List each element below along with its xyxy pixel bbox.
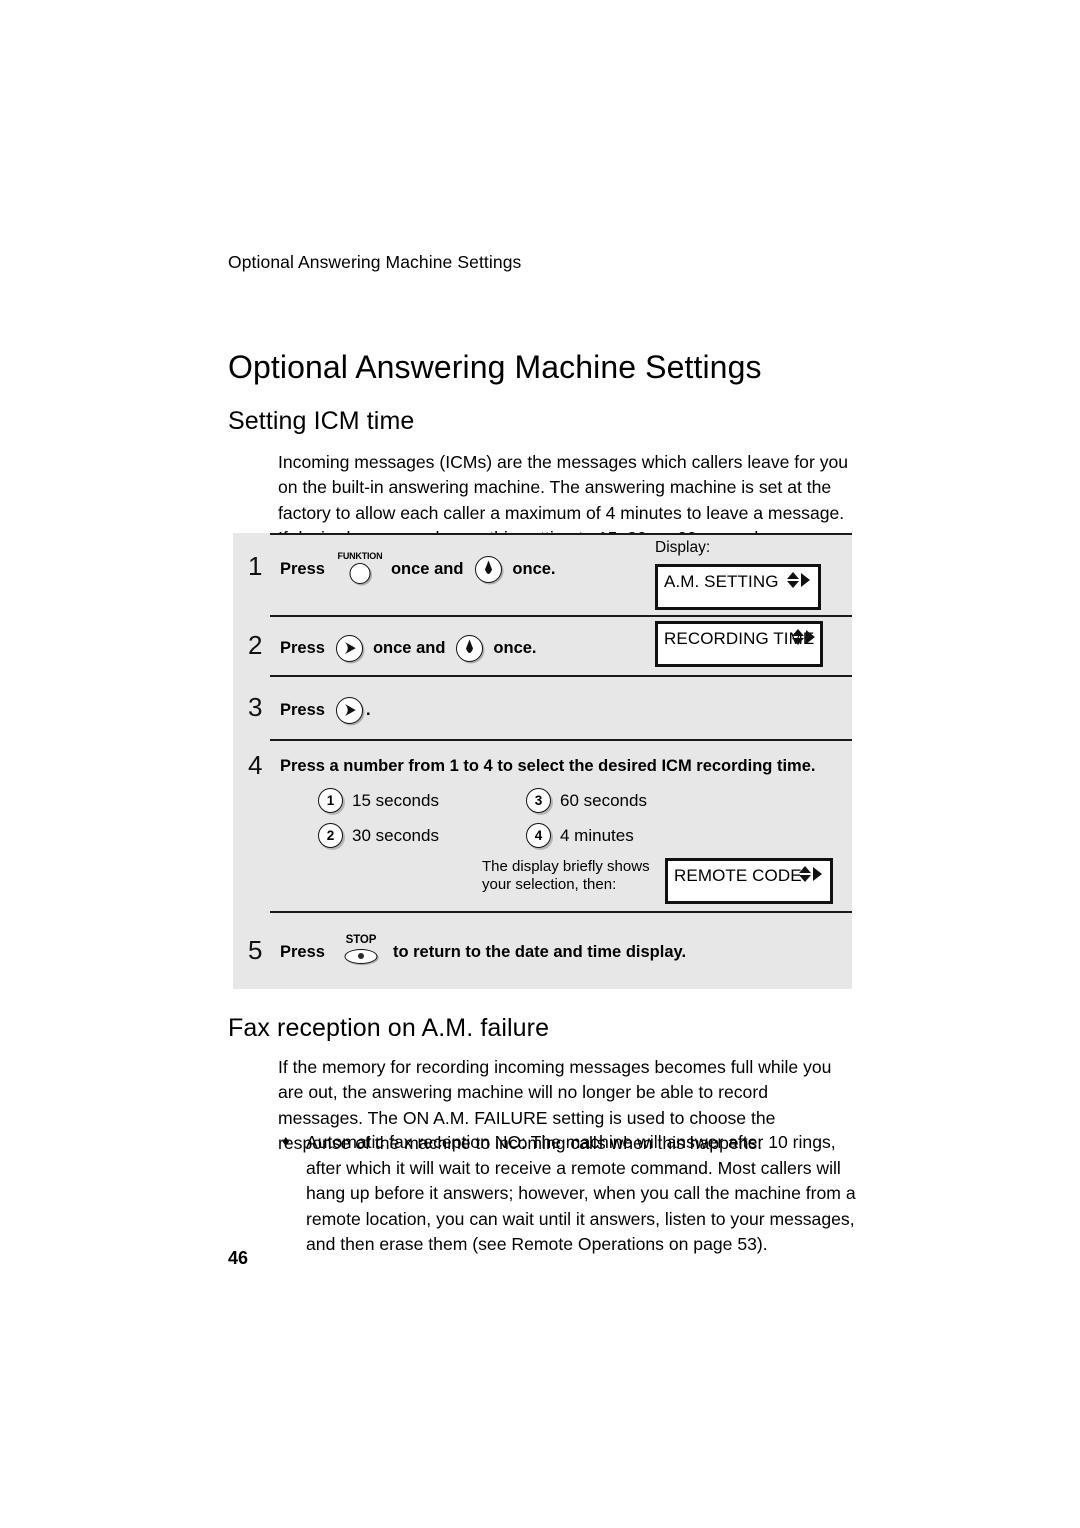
- step-rule-4: [270, 911, 852, 913]
- procedure-panel: 1 Press FUNKTION once and once. Display:…: [233, 533, 852, 989]
- number-key-2-label: 2: [326, 827, 335, 843]
- step-number-2: 2: [248, 630, 263, 660]
- lcd-arrows-icon: [787, 572, 810, 588]
- step-3-instruction: Press .: [280, 696, 371, 724]
- lcd-display-3-text: REMOTE CODE: [674, 866, 802, 885]
- step-number-1: 1: [248, 551, 263, 581]
- down-arrow-key-icon[interactable]: [475, 555, 503, 583]
- section-heading-fax-reception: Fax reception on A.M. failure: [228, 1013, 550, 1042]
- choice-option-3-label: 60 seconds: [560, 790, 647, 810]
- step-rule-2: [270, 675, 852, 677]
- manual-page: Optional Answering Machine Settings Opti…: [0, 0, 1080, 1528]
- running-header: Optional Answering Machine Settings: [228, 252, 522, 272]
- stop-key-label: STOP: [345, 934, 377, 946]
- lcd-display-2: RECORDING TIME: [655, 621, 823, 667]
- lcd-display-1: A.M. SETTING: [655, 564, 821, 610]
- step-number-5: 5: [248, 935, 263, 965]
- lcd-display-3: REMOTE CODE: [665, 858, 833, 904]
- step-1-instruction: Press FUNKTION once and once.: [280, 552, 556, 586]
- display-note-line-2: your selection, then:: [482, 876, 617, 893]
- section-heading-icm-time: Setting ICM time: [228, 406, 415, 435]
- choice-option-2: 2 30 seconds: [318, 823, 439, 848]
- up-down-arrow-icon: [799, 866, 811, 882]
- display-note: The display briefly shows your selection…: [482, 858, 650, 894]
- page-number: 46: [228, 1248, 249, 1268]
- right-arrow-key-icon[interactable]: [335, 696, 363, 724]
- bullet-icon: ♦: [282, 1133, 290, 1150]
- step-number-3: 3: [248, 692, 263, 722]
- number-key-1-label: 1: [326, 792, 335, 808]
- step-rule-3: [270, 739, 852, 741]
- lcd-display-2-text: RECORDING TIME: [664, 629, 815, 648]
- display-note-line-1: The display briefly shows: [482, 858, 650, 875]
- step-5-instruction: Press STOP to return to the date and tim…: [280, 934, 687, 969]
- step-2-press-label: Press: [280, 638, 325, 657]
- right-arrow-icon: [806, 629, 815, 644]
- list-item-text: Automatic fax reception NO: The machine …: [306, 1132, 856, 1254]
- choice-option-3: 3 60 seconds: [526, 788, 647, 813]
- lcd-arrows-icon: [792, 629, 815, 645]
- choice-option-2-label: 30 seconds: [352, 825, 439, 845]
- step-3-end-text: .: [365, 700, 371, 719]
- step-rule-1: [270, 615, 852, 617]
- choice-option-4: 4 4 minutes: [526, 823, 634, 848]
- step-2-instruction: Press once and once.: [280, 634, 537, 662]
- stop-key-dot: [357, 952, 364, 959]
- number-key-1-icon[interactable]: 1: [318, 788, 343, 813]
- number-key-3-icon[interactable]: 3: [526, 788, 551, 813]
- step-number-4: 4: [248, 750, 263, 780]
- number-key-2-icon[interactable]: 2: [318, 823, 343, 848]
- number-key-4-label: 4: [534, 827, 543, 843]
- step-5-end-text: to return to the date and time display.: [392, 942, 687, 961]
- funktion-key-label: FUNKTION: [337, 551, 383, 561]
- up-down-arrow-icon: [792, 629, 804, 645]
- right-arrow-icon: [801, 572, 810, 587]
- funktion-key-knob: [349, 563, 371, 584]
- lcd-display-1-text: A.M. SETTING: [664, 572, 779, 591]
- right-arrow-icon: [813, 866, 822, 881]
- stop-key-icon[interactable]: STOP: [339, 934, 383, 969]
- step-rule-top: [270, 533, 852, 535]
- choice-option-1-label: 15 seconds: [352, 790, 439, 810]
- right-arrow-key-icon[interactable]: [335, 634, 363, 662]
- down-arrow-key-icon[interactable]: [456, 634, 484, 662]
- number-key-4-icon[interactable]: 4: [526, 823, 551, 848]
- list-item: ♦ Automatic fax reception NO: The machin…: [278, 1130, 856, 1258]
- step-1-press-label: Press: [280, 559, 325, 578]
- choice-option-4-label: 4 minutes: [560, 825, 634, 845]
- step-1-mid-text: once and: [390, 559, 464, 578]
- up-down-arrow-icon: [787, 572, 799, 588]
- step-3-press-label: Press: [280, 700, 325, 719]
- step-2-mid-text: once and: [372, 638, 446, 657]
- step-2-end-text: once.: [493, 638, 537, 657]
- funktion-key-icon[interactable]: FUNKTION: [337, 552, 383, 586]
- choice-option-1: 1 15 seconds: [318, 788, 439, 813]
- step-5-press-label: Press: [280, 942, 325, 961]
- lcd-arrows-icon: [799, 866, 822, 882]
- step-4-instruction: Press a number from 1 to 4 to select the…: [280, 757, 816, 775]
- number-key-3-label: 3: [534, 792, 543, 808]
- step-1-end-text: once.: [512, 559, 556, 578]
- fax-bullet-list: ♦ Automatic fax reception NO: The machin…: [278, 1130, 856, 1258]
- display-label: Display:: [655, 539, 711, 556]
- page-title: Optional Answering Machine Settings: [228, 349, 762, 386]
